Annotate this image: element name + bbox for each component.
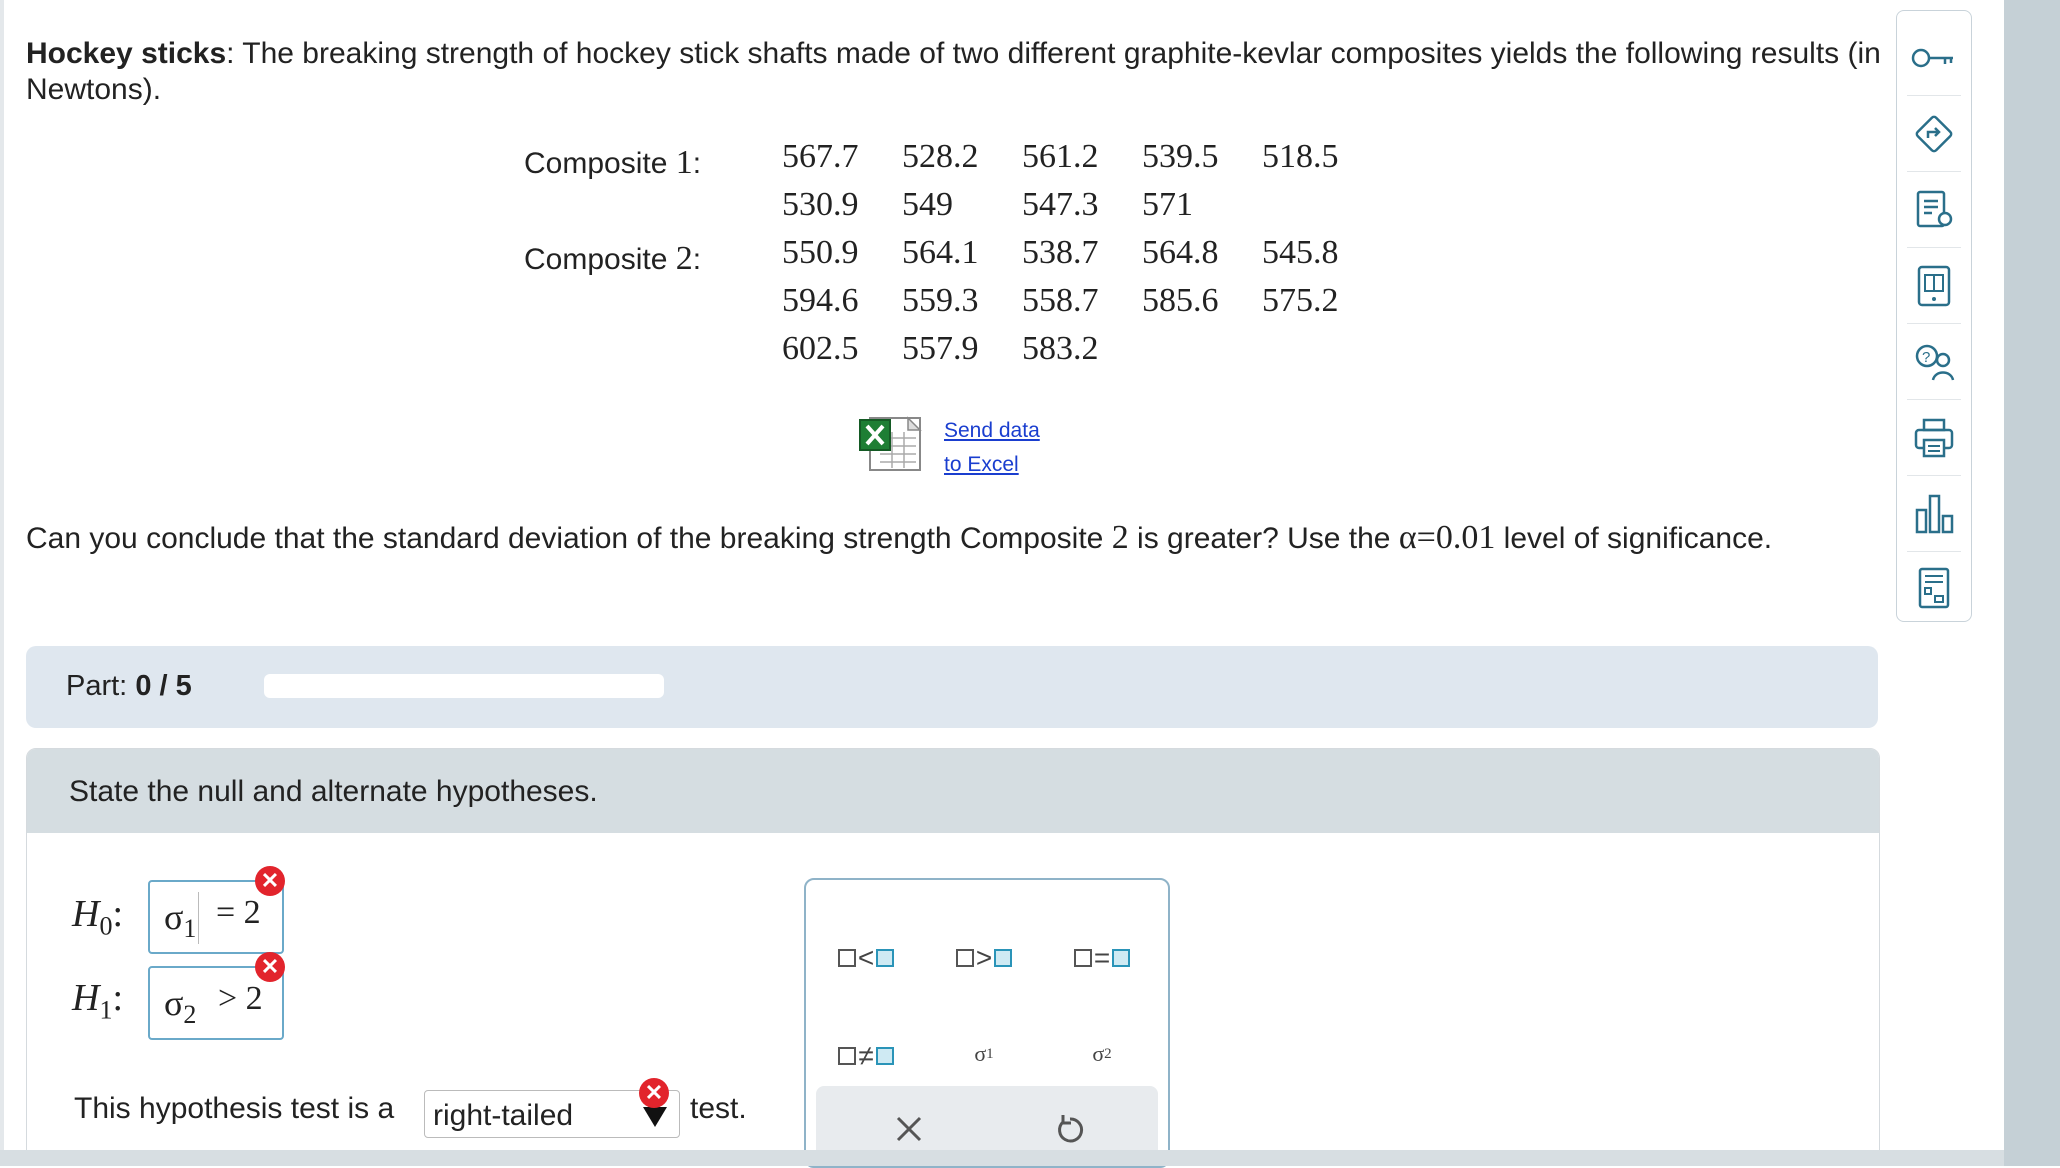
composite2-value: 550.9	[782, 234, 859, 271]
excel-icon[interactable]	[858, 412, 924, 474]
composite2-value: 585.6	[1142, 282, 1219, 319]
undo-icon[interactable]	[1054, 1112, 1086, 1146]
tools-toolbar: ?	[1896, 10, 1972, 622]
tool-key[interactable]	[1907, 31, 1961, 85]
tool-graph[interactable]	[1907, 487, 1961, 541]
bar-chart-icon	[1915, 494, 1954, 534]
composite1-value: 530.9	[782, 186, 859, 223]
h0-error-icon: ✕	[255, 866, 285, 896]
sigma1-button[interactable]: σ1	[944, 1030, 1024, 1078]
problem-title: Hockey sticks	[26, 37, 227, 70]
composite2-value: 583.2	[1022, 330, 1099, 367]
part-counter: Part: 0 / 5	[66, 670, 192, 702]
composite1-value: 518.5	[1262, 138, 1339, 175]
composite1-value: 528.2	[902, 138, 979, 175]
composite2-value: 558.7	[1022, 282, 1099, 319]
composite2-label: Composite 2:	[524, 240, 702, 277]
composite1-value: 547.3	[1022, 186, 1099, 223]
printer-icon	[1914, 418, 1954, 458]
composite1-label: Composite 1:	[524, 144, 702, 181]
math-palette: < > = ≠ σ1 σ2	[804, 878, 1170, 1168]
tail-error-icon: ✕	[639, 1078, 669, 1108]
step-heading: State the null and alternate hypotheses.	[69, 775, 598, 808]
clear-icon[interactable]	[894, 1114, 924, 1144]
tool-help[interactable]: ?	[1907, 335, 1961, 389]
composite1-value: 567.7	[782, 138, 859, 175]
composite2-value: 564.1	[902, 234, 979, 271]
composite2-value: 557.9	[902, 330, 979, 367]
composite2-value: 564.8	[1142, 234, 1219, 271]
problem-text: : The breaking strength of hockey stick …	[26, 37, 1881, 106]
composite2-value: 602.5	[782, 330, 859, 367]
composite2-value: 594.6	[782, 282, 859, 319]
tool-ebook[interactable]	[1907, 259, 1961, 313]
composite1-value: 571	[1142, 186, 1193, 223]
composite2-value: 559.3	[902, 282, 979, 319]
composite1-value: 561.2	[1022, 138, 1099, 175]
composite1-value: 549	[902, 186, 953, 223]
tool-directions[interactable]	[1907, 107, 1961, 161]
h1-error-icon: ✕	[255, 952, 285, 982]
step-heading-bar: State the null and alternate hypotheses.	[27, 749, 1879, 833]
h0-label: H0:	[72, 893, 124, 941]
h1-label: H1:	[72, 977, 124, 1025]
composite2-value: 575.2	[1262, 282, 1339, 319]
equals-button[interactable]: =	[1062, 934, 1142, 982]
send-to-excel-link[interactable]: Send data to Excel	[944, 414, 1040, 482]
document-hint-icon	[1916, 190, 1953, 228]
less-than-button[interactable]: <	[826, 934, 906, 982]
left-edge	[0, 0, 4, 1150]
svg-text:?: ?	[1922, 349, 1930, 366]
question-text: Can you conclude that the standard devia…	[26, 519, 1773, 556]
tool-calculator[interactable]	[1907, 561, 1961, 615]
calculator-icon	[1918, 567, 1950, 609]
main-content: Hockey sticks: The breaking strength of …	[0, 0, 1895, 1168]
composite1-value: 539.5	[1142, 138, 1219, 175]
tail-prefix: This hypothesis test is a	[74, 1092, 395, 1125]
horizontal-scrollbar[interactable]	[0, 1150, 2004, 1166]
not-equal-button[interactable]: ≠	[826, 1032, 906, 1080]
ebook-icon	[1917, 265, 1951, 307]
vertical-scrollbar[interactable]	[2004, 0, 2060, 1166]
tool-hint[interactable]	[1907, 183, 1961, 237]
sigma2-button[interactable]: σ2	[1062, 1030, 1142, 1078]
composite2-value: 538.7	[1022, 234, 1099, 271]
tail-suffix: test.	[690, 1092, 747, 1125]
greater-than-button[interactable]: >	[944, 934, 1024, 982]
part-progress-bar: Part: 0 / 5	[26, 646, 1878, 728]
key-icon	[1911, 48, 1953, 68]
help-person-icon: ?	[1915, 344, 1955, 381]
tool-print[interactable]	[1907, 411, 1961, 465]
dropdown-arrow-icon	[643, 1107, 667, 1127]
problem-statement: Hockey sticks: The breaking strength of …	[26, 36, 1886, 108]
progress-track	[264, 674, 664, 698]
composite2-value: 545.8	[1262, 234, 1339, 271]
tail-type-value: right-tailed	[433, 1099, 574, 1132]
directions-icon	[1915, 115, 1953, 153]
